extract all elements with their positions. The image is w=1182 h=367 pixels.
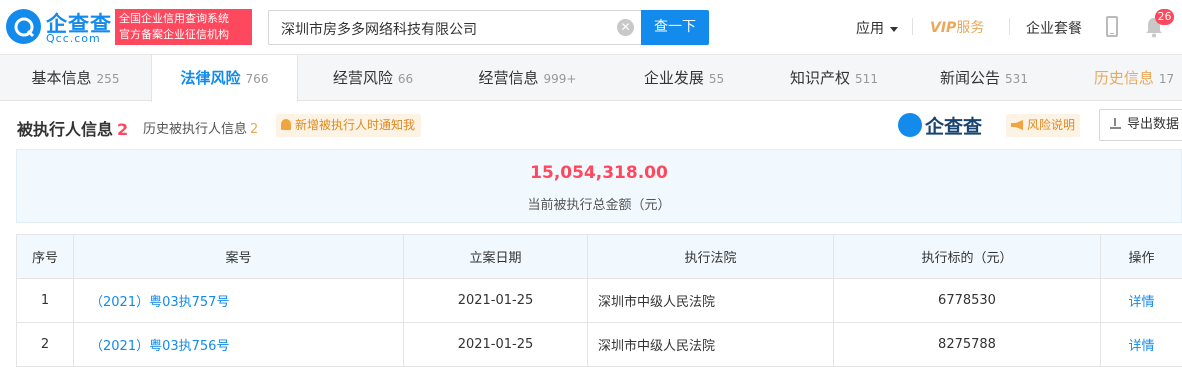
table-header-row: 序号 案号 立案日期 执行法院 执行标的（元） 操作 (16, 234, 1182, 279)
total-amount: 15,054,318.00 (530, 163, 668, 183)
vip-service-link[interactable]: VIP服务 (930, 17, 984, 37)
section-title-label: 被执行人信息 (17, 120, 114, 139)
tab-label: 企业发展 (643, 69, 704, 87)
notify-button[interactable]: 新增被执行人时通知我 (276, 114, 422, 137)
mobile-app-icon[interactable] (1106, 16, 1118, 37)
main-tabs: 基本信息 255 法律风险 766 经营风险 66 经营信息 999+ 企业发展 55 知… (0, 55, 1182, 102)
case-number-link[interactable]: （2021）粤03执757号 (73, 278, 404, 323)
execution-amount: 8275788 (833, 322, 1101, 367)
search-value: 深圳市房多多网络科技有限公司 (281, 22, 477, 38)
row-index: 1 (16, 278, 74, 323)
execution-summary: 15,054,318.00 当前被执行总金额（元） (16, 149, 1182, 223)
tab-count: 17 (1158, 72, 1175, 86)
nav-divider (912, 18, 913, 35)
tab-operation-info[interactable]: 经营信息 999+ (446, 55, 609, 101)
logo-domain: Qcc.com (46, 32, 101, 45)
tab-intellectual-property[interactable]: 知识产权 511 (759, 55, 909, 101)
filing-date: 2021-01-25 (403, 322, 588, 367)
history-count: 2 (250, 122, 259, 137)
court-name: 深圳市中级人民法院 (587, 278, 834, 323)
details-link[interactable]: 详情 (1100, 322, 1182, 367)
caret-down-icon (890, 26, 898, 32)
apps-label: 应用 (856, 21, 884, 37)
col-header-action: 操作 (1100, 234, 1182, 279)
details-link[interactable]: 详情 (1100, 278, 1182, 323)
filing-date: 2021-01-25 (403, 278, 588, 323)
case-number-link[interactable]: （2021）粤03执756号 (73, 322, 404, 367)
col-header-case-no: 案号 (73, 234, 404, 279)
tab-news[interactable]: 新闻公告 531 (909, 55, 1059, 101)
total-amount-label: 当前被执行总金额（元） (527, 198, 671, 213)
tab-count: 999+ (543, 72, 577, 86)
tab-label: 基本信息 (31, 69, 92, 87)
tab-count: 511 (855, 72, 878, 86)
executed-person-table: 序号 案号 立案日期 执行法院 执行标的（元） 操作 1 （2021）粤03执7… (16, 234, 1182, 367)
bell-icon (281, 119, 291, 130)
notification-badge: 26 (1155, 9, 1174, 25)
enterprise-suite-link[interactable]: 企业套餐 (1026, 18, 1082, 38)
col-header-index: 序号 (16, 234, 74, 279)
tab-label: 新闻公告 (940, 69, 1001, 87)
qcc-watermark: 企查查 (898, 112, 994, 139)
tab-count: 255 (96, 72, 120, 86)
tab-basic-info[interactable]: 基本信息 255 (0, 55, 151, 101)
slogan-line-1: 全国企业信用查询系统 (119, 12, 229, 25)
col-header-court: 执行法院 (587, 234, 834, 279)
slogan-line-2: 官方备案企业征信机构 (119, 28, 229, 41)
tab-label: 历史信息 (1093, 69, 1154, 87)
vip-mark: VIP (930, 20, 957, 36)
tab-count: 531 (1005, 72, 1028, 86)
history-executed-link[interactable]: 历史被执行人信息 2 (143, 118, 258, 137)
risk-label: 风险说明 (1027, 118, 1076, 132)
section-title: 被执行人信息 2 (17, 116, 128, 140)
vip-label: 服务 (956, 20, 985, 36)
row-index: 2 (16, 322, 74, 367)
search-button[interactable]: 查一下 (641, 10, 709, 45)
tab-label: 知识产权 (790, 69, 851, 87)
watermark-text: 企查查 (925, 116, 983, 138)
tab-count: 55 (708, 72, 725, 86)
export-data-button[interactable]: 导出数据 (1099, 109, 1182, 141)
risk-explanation-button[interactable]: 风险说明 (1006, 114, 1081, 137)
tab-label: 经营信息 (478, 69, 539, 87)
table-row: 1 （2021）粤03执757号 2021-01-25 深圳市中级人民法院 67… (16, 278, 1182, 323)
table-row: 2 （2021）粤03执756号 2021-01-25 深圳市中级人民法院 82… (16, 322, 1182, 367)
court-name: 深圳市中级人民法院 (587, 322, 834, 367)
download-icon (1110, 118, 1121, 129)
tab-development[interactable]: 企业发展 55 (609, 55, 759, 101)
col-header-date: 立案日期 (403, 234, 588, 279)
logo-mark-icon (6, 9, 41, 44)
export-label: 导出数据 (1127, 117, 1180, 132)
top-header: 企查查 Qcc.com 全国企业信用查询系统 官方备案企业征信机构 深圳市房多多… (0, 0, 1182, 55)
logo-mark-icon (898, 113, 922, 137)
clear-icon[interactable]: ✕ (617, 19, 634, 36)
tab-label: 经营风险 (332, 69, 393, 87)
speaker-icon (1011, 120, 1023, 130)
tab-label: 法律风险 (180, 69, 241, 87)
section-header: 被执行人信息 2 历史被执行人信息 2 新增被执行人时通知我 企查查 风险说明 导出… (0, 101, 1182, 147)
nav-divider (1009, 18, 1010, 35)
tab-operation-risk[interactable]: 经营风险 66 (300, 55, 446, 101)
execution-amount: 6778530 (833, 278, 1101, 323)
tab-count: 66 (397, 72, 414, 86)
search-input[interactable]: 深圳市房多多网络科技有限公司 ✕ (268, 10, 641, 45)
tab-legal-risk[interactable]: 法律风险 766 (151, 55, 298, 102)
section-count: 2 (117, 120, 129, 139)
slogan-badge: 全国企业信用查询系统 官方备案企业征信机构 (115, 9, 252, 45)
qcc-logo[interactable]: 企查查 Qcc.com (6, 9, 111, 47)
tab-history[interactable]: 历史信息 17 (1059, 55, 1182, 101)
history-label: 历史被执行人信息 (143, 122, 248, 137)
tab-count: 766 (245, 72, 269, 86)
apps-menu[interactable]: 应用 (856, 18, 898, 38)
col-header-amount: 执行标的（元） (833, 234, 1101, 279)
notify-label: 新增被执行人时通知我 (295, 118, 416, 132)
